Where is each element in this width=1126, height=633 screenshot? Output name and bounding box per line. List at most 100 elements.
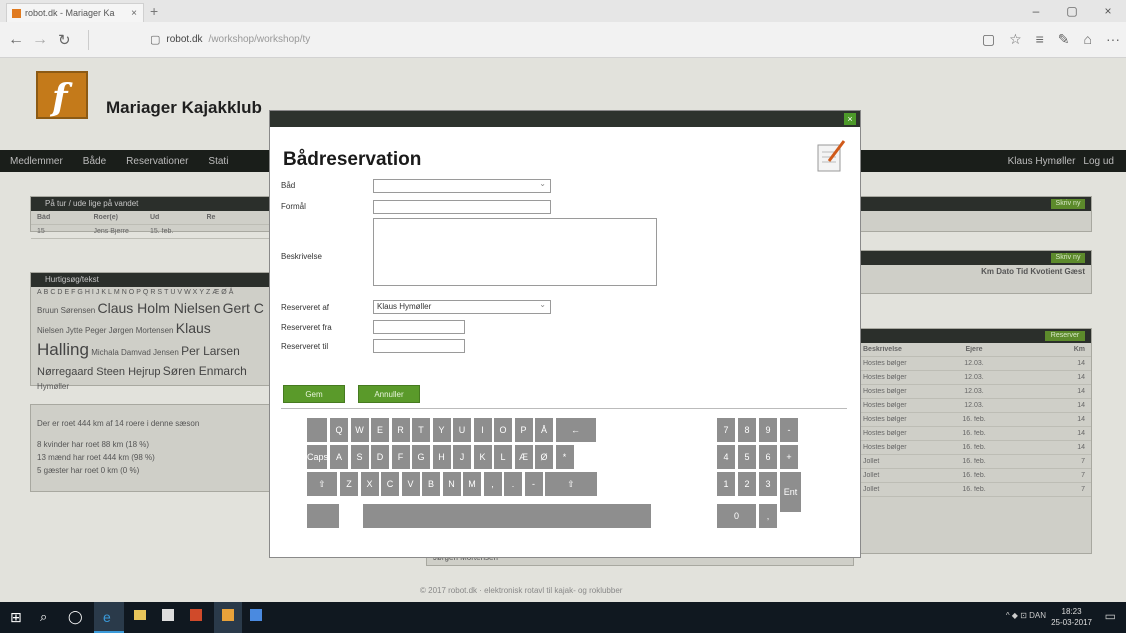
key-g[interactable]: G bbox=[412, 445, 430, 469]
share-icon[interactable]: ⌂ bbox=[1084, 31, 1092, 48]
task-view-icon[interactable]: ◯ bbox=[68, 609, 83, 625]
back-icon[interactable]: ← bbox=[8, 31, 24, 49]
key-char[interactable]: N bbox=[442, 472, 461, 496]
key-space[interactable] bbox=[363, 504, 651, 528]
right-panel-1-button[interactable]: Skriv ny bbox=[1051, 199, 1085, 209]
numpad-zero-key[interactable]: 0 bbox=[717, 504, 756, 528]
reserved-by-select[interactable]: Klaus Hymøller bbox=[373, 299, 551, 314]
numpad-key[interactable]: 1 bbox=[717, 472, 735, 496]
key-backspace[interactable]: ← bbox=[555, 418, 596, 442]
numpad-key[interactable]: 2 bbox=[738, 472, 756, 496]
key-char[interactable]: X bbox=[360, 472, 379, 496]
key-o[interactable]: O bbox=[494, 418, 512, 442]
tab-close-icon[interactable]: × bbox=[131, 8, 137, 19]
key-d[interactable]: D bbox=[371, 445, 389, 469]
notifications-icon[interactable]: ▭ bbox=[1105, 609, 1116, 623]
nav-boats[interactable]: Både bbox=[73, 156, 116, 167]
key-*[interactable]: * bbox=[555, 445, 574, 469]
nav-user[interactable]: Klaus Hymøller bbox=[1008, 156, 1076, 167]
key-char[interactable]: . bbox=[504, 472, 522, 496]
nav-members[interactable]: Medlemmer bbox=[0, 156, 73, 167]
reservation-row[interactable]: Hostes bølger 16. feb. 14 bbox=[857, 427, 1091, 441]
reserved-from-input[interactable] bbox=[373, 320, 465, 334]
numpad-key[interactable]: 7 bbox=[717, 418, 735, 442]
key-shift-right[interactable]: ⇧ bbox=[545, 472, 597, 496]
browser-tab[interactable]: robot.dk - Mariager Ka × bbox=[6, 3, 144, 22]
key-æ[interactable]: Æ bbox=[514, 445, 533, 469]
key-s[interactable]: S bbox=[350, 445, 369, 469]
on-water-row[interactable]: 15 Jens Bjerre 15. feb. bbox=[31, 225, 269, 239]
key-h[interactable]: H bbox=[432, 445, 451, 469]
numpad-decimal-key[interactable]: , bbox=[759, 504, 777, 528]
key-r[interactable]: R bbox=[391, 418, 410, 442]
close-window-icon[interactable]: × bbox=[1090, 0, 1126, 22]
url-field[interactable]: ▢ robot.dk /workshop/workshop/ty bbox=[150, 33, 310, 46]
refresh-icon[interactable]: ↻ bbox=[58, 31, 71, 49]
cancel-button[interactable]: Annuller bbox=[358, 385, 420, 403]
maximize-icon[interactable]: ▢ bbox=[1054, 0, 1090, 22]
numpad-key[interactable]: - bbox=[780, 418, 798, 442]
reservation-row[interactable]: Hostes bølger 12.03. 14 bbox=[857, 399, 1091, 413]
store-icon[interactable] bbox=[162, 609, 174, 621]
purpose-input[interactable] bbox=[373, 200, 551, 214]
reservation-row[interactable]: Hostes bølger 12.03. 14 bbox=[857, 371, 1091, 385]
key-f[interactable]: F bbox=[391, 445, 410, 469]
clock[interactable]: 18:23 25-03-2017 bbox=[1051, 606, 1092, 628]
edge-taskbar-icon[interactable]: e bbox=[94, 602, 124, 633]
key-shift-left[interactable]: ⇧ bbox=[307, 472, 337, 496]
file-explorer-icon[interactable] bbox=[134, 610, 146, 620]
reservation-row[interactable]: Hostes bølger 16. feb. 14 bbox=[857, 413, 1091, 427]
dialog-close-icon[interactable]: × bbox=[844, 113, 856, 125]
key-char[interactable]: - bbox=[524, 472, 543, 496]
key-e[interactable]: E bbox=[371, 418, 389, 442]
key-k[interactable]: K bbox=[473, 445, 492, 469]
app-icon[interactable] bbox=[250, 609, 262, 621]
reservation-row[interactable]: Hostes bølger 12.03. 14 bbox=[857, 357, 1091, 371]
web-note-icon[interactable]: ✎ bbox=[1058, 31, 1070, 48]
numpad-enter-key[interactable]: Ent bbox=[780, 472, 801, 512]
alphabet-filter[interactable]: ABCDEFGHIJKLMNOPQRSTUVWXYZÆØÅ bbox=[31, 287, 269, 298]
reserved-to-input[interactable] bbox=[373, 339, 465, 353]
key-y[interactable]: Y bbox=[432, 418, 451, 442]
key-char[interactable]: , bbox=[483, 472, 502, 496]
key-å[interactable]: Å bbox=[535, 418, 553, 442]
key-i[interactable]: I bbox=[473, 418, 492, 442]
numpad-key[interactable]: + bbox=[780, 445, 798, 469]
hub-icon[interactable]: ≡ bbox=[1036, 31, 1044, 48]
key-char[interactable]: V bbox=[401, 472, 420, 496]
key-char[interactable]: B bbox=[422, 472, 440, 496]
more-icon[interactable]: ··· bbox=[1106, 31, 1120, 48]
key-char[interactable]: Z bbox=[340, 472, 358, 496]
numpad-key[interactable]: 6 bbox=[759, 445, 777, 469]
description-textarea[interactable] bbox=[373, 218, 657, 286]
forward-icon[interactable]: → bbox=[32, 31, 48, 49]
key-char[interactable]: M bbox=[463, 472, 481, 496]
numpad-key[interactable]: 3 bbox=[759, 472, 777, 496]
key-t[interactable]: T bbox=[412, 418, 430, 442]
nav-stats[interactable]: Stati bbox=[198, 156, 238, 167]
new-tab-icon[interactable]: + bbox=[150, 3, 158, 19]
key-a[interactable]: A bbox=[330, 445, 348, 469]
key-char[interactable]: C bbox=[381, 472, 399, 496]
office-icon[interactable] bbox=[190, 609, 202, 621]
nav-logout[interactable]: Log ud bbox=[1083, 156, 1114, 167]
nav-reservations[interactable]: Reservationer bbox=[116, 156, 198, 167]
reserve-button[interactable]: Reserver bbox=[1045, 331, 1085, 341]
reservation-row[interactable]: Jollet 16. feb. 7 bbox=[857, 469, 1091, 483]
key-blank[interactable] bbox=[307, 418, 327, 442]
reservation-row[interactable]: Jollet 16. feb. 7 bbox=[857, 455, 1091, 469]
windows-start-icon[interactable]: ⊞ bbox=[10, 609, 22, 626]
key-j[interactable]: J bbox=[453, 445, 471, 469]
reservation-row[interactable]: Hostes bølger 16. feb. 14 bbox=[857, 441, 1091, 455]
right-panel-2-button[interactable]: Skriv ny bbox=[1051, 253, 1085, 263]
key-p[interactable]: P bbox=[514, 418, 533, 442]
key-ø[interactable]: Ø bbox=[535, 445, 553, 469]
favorite-star-icon[interactable]: ☆ bbox=[1009, 31, 1022, 48]
reservation-row[interactable]: Jollet 16. feb. 7 bbox=[857, 483, 1091, 497]
key-w[interactable]: W bbox=[350, 418, 369, 442]
numpad-key[interactable]: 4 bbox=[717, 445, 735, 469]
key-q[interactable]: Q bbox=[330, 418, 348, 442]
reservation-row[interactable]: Hostes bølger 12.03. 14 bbox=[857, 385, 1091, 399]
save-button[interactable]: Gem bbox=[283, 385, 345, 403]
key-caps[interactable]: Caps bbox=[307, 445, 328, 469]
